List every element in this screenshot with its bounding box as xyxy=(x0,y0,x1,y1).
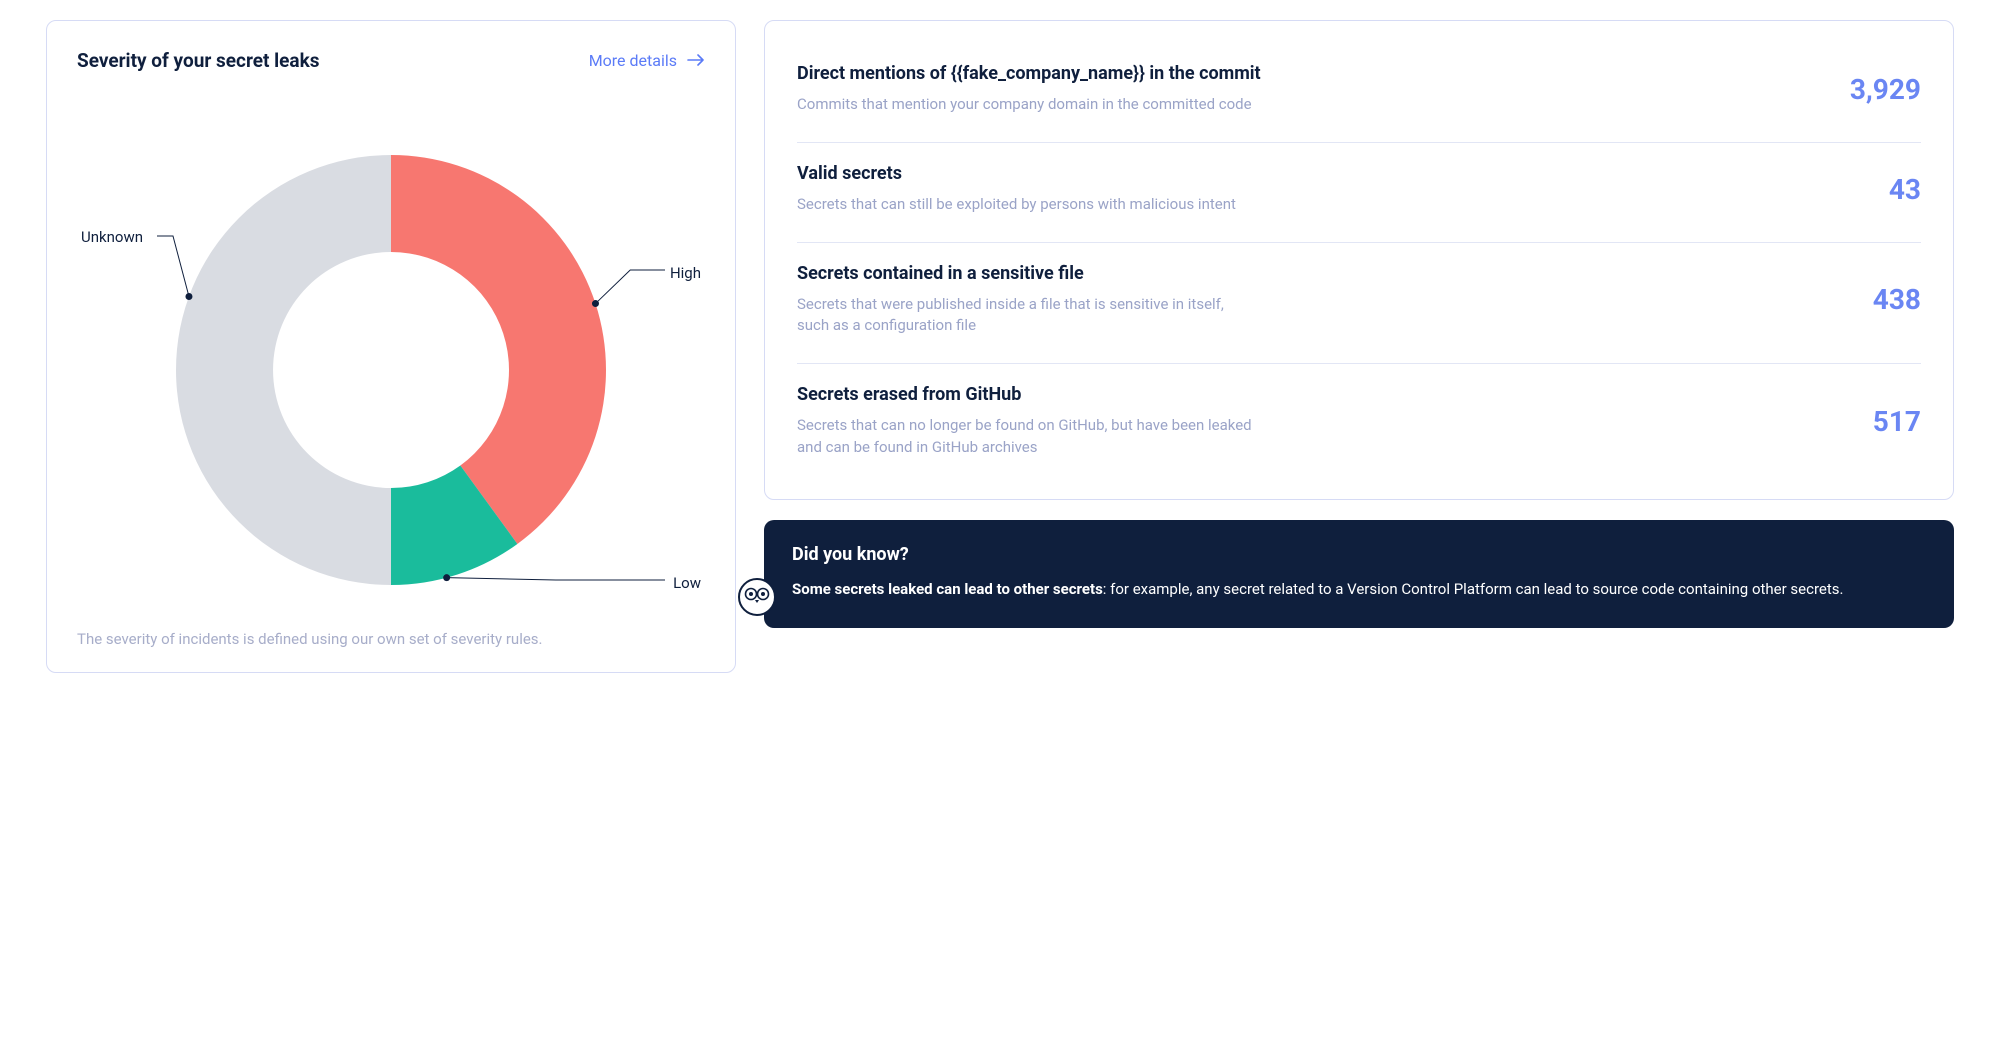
severity-card: Severity of your secret leaks More detai… xyxy=(46,20,736,673)
stat-row: Valid secrets Secrets that can still be … xyxy=(797,143,1921,243)
stat-desc: Secrets that can still be exploited by p… xyxy=(797,194,1257,216)
arrow-right-icon xyxy=(687,51,705,70)
donut-label-unknown: Unknown xyxy=(81,228,143,246)
stat-row: Secrets contained in a sensitive file Se… xyxy=(797,243,1921,365)
more-details-label: More details xyxy=(589,51,677,70)
stat-value: 438 xyxy=(1873,283,1921,316)
more-details-link[interactable]: More details xyxy=(589,51,705,70)
info-title: Did you know? xyxy=(792,544,1926,565)
stat-value: 43 xyxy=(1889,173,1921,206)
donut-label-high: High xyxy=(670,264,701,282)
stat-title: Secrets erased from GitHub xyxy=(797,384,1855,405)
stat-desc: Secrets that can no longer be found on G… xyxy=(797,415,1257,459)
stat-value: 517 xyxy=(1873,405,1921,438)
did-you-know-card: Did you know? Some secrets leaked can le… xyxy=(764,520,1954,629)
stat-desc: Commits that mention your company domain… xyxy=(797,94,1257,116)
stat-row: Secrets erased from GitHub Secrets that … xyxy=(797,364,1921,485)
stat-title: Secrets contained in a sensitive file xyxy=(797,263,1855,284)
stat-value: 3,929 xyxy=(1850,73,1921,106)
stat-title: Direct mentions of {{fake_company_name}}… xyxy=(797,63,1832,84)
severity-title: Severity of your secret leaks xyxy=(77,49,320,72)
info-body: Some secrets leaked can lead to other se… xyxy=(792,579,1926,601)
info-body-rest: : for example, any secret related to a V… xyxy=(1103,580,1844,598)
stat-desc: Secrets that were published inside a fil… xyxy=(797,294,1257,338)
donut-label-low: Low xyxy=(673,574,701,592)
severity-caption: The severity of incidents is defined usi… xyxy=(77,630,705,648)
stat-title: Valid secrets xyxy=(797,163,1871,184)
stats-card: Direct mentions of {{fake_company_name}}… xyxy=(764,20,1954,500)
severity-header: Severity of your secret leaks More detai… xyxy=(77,49,705,72)
severity-donut-chart: Unknown High Low xyxy=(77,80,705,620)
info-body-bold: Some secrets leaked can lead to other se… xyxy=(792,580,1103,598)
owl-icon xyxy=(738,578,776,620)
stat-row: Direct mentions of {{fake_company_name}}… xyxy=(797,43,1921,143)
